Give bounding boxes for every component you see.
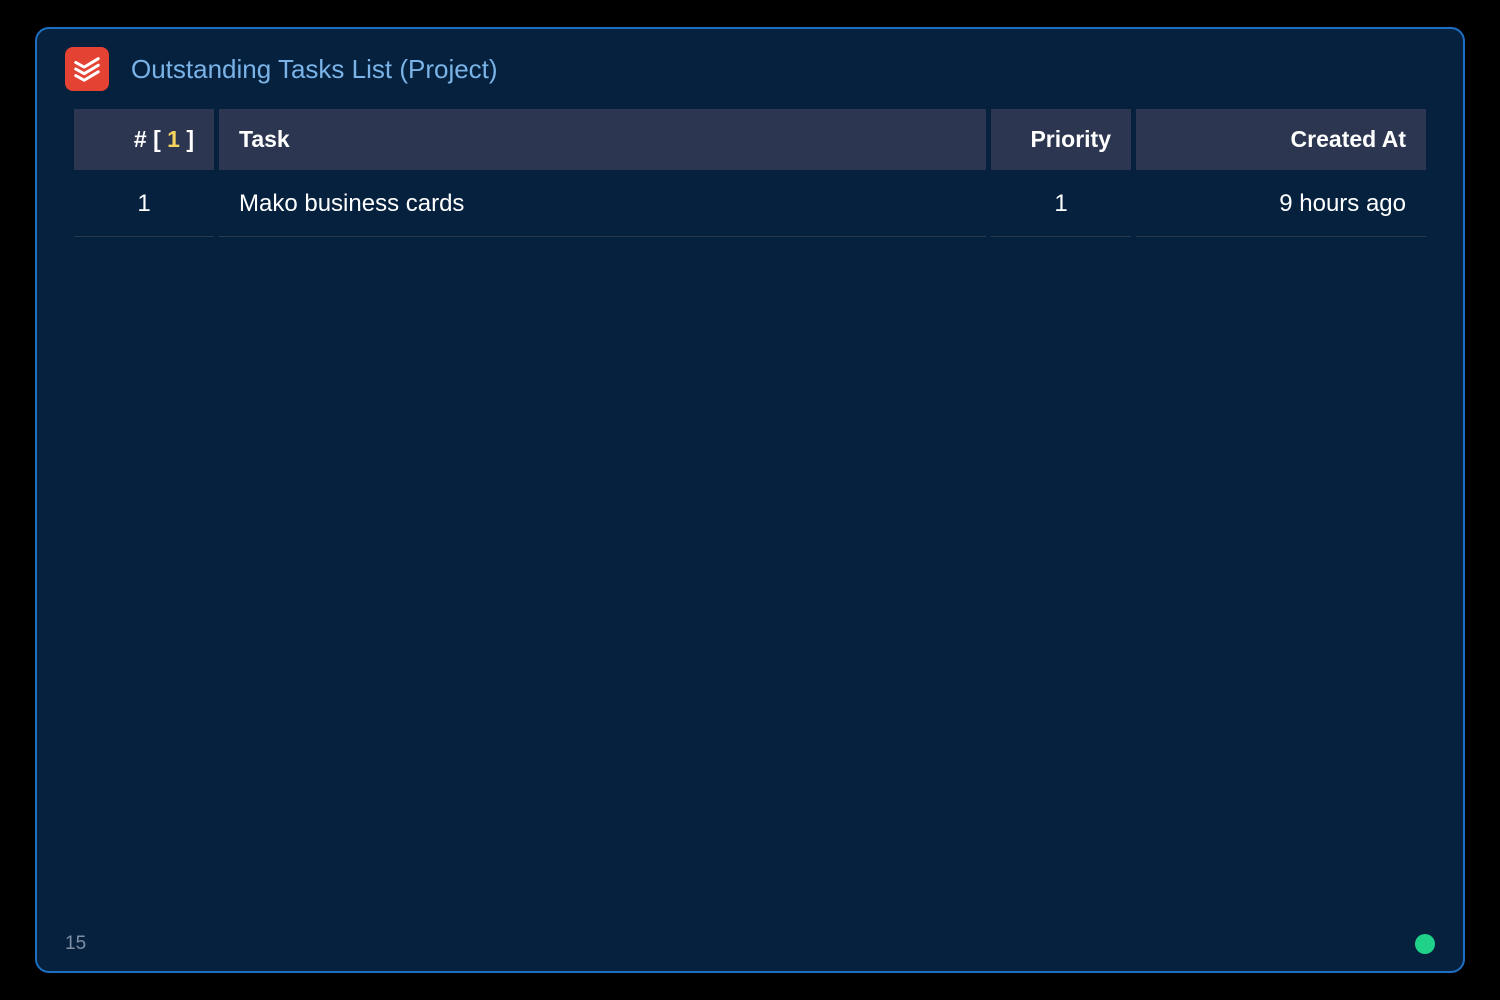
status-indicator-icon — [1415, 934, 1435, 954]
col-header-priority[interactable]: Priority — [991, 109, 1131, 170]
todoist-icon — [65, 47, 109, 91]
cell-created: 9 hours ago — [1136, 170, 1426, 237]
panel-title: Outstanding Tasks List (Project) — [131, 54, 498, 85]
cell-priority: 1 — [991, 170, 1131, 237]
cell-index: 1 — [74, 170, 214, 237]
col-header-task[interactable]: Task — [219, 109, 986, 170]
table-row[interactable]: 1 Mako business cards 1 9 hours ago — [74, 170, 1426, 237]
cell-task: Mako business cards — [219, 170, 986, 237]
index-header-prefix: # [ — [134, 126, 167, 152]
panel-footer: 15 — [37, 933, 1463, 971]
index-header-suffix: ] — [180, 126, 194, 152]
index-header-count: 1 — [167, 126, 180, 152]
tasks-panel: Outstanding Tasks List (Project) # [ 1 ]… — [35, 27, 1465, 973]
col-header-created[interactable]: Created At — [1136, 109, 1426, 170]
tasks-table: # [ 1 ] Task Priority Created At 1 Mako … — [69, 109, 1431, 237]
tasks-table-wrap: # [ 1 ] Task Priority Created At 1 Mako … — [37, 109, 1463, 237]
table-header-row: # [ 1 ] Task Priority Created At — [74, 109, 1426, 170]
col-header-index[interactable]: # [ 1 ] — [74, 109, 214, 170]
panel-header: Outstanding Tasks List (Project) — [37, 47, 1463, 109]
footer-counter: 15 — [65, 933, 86, 955]
